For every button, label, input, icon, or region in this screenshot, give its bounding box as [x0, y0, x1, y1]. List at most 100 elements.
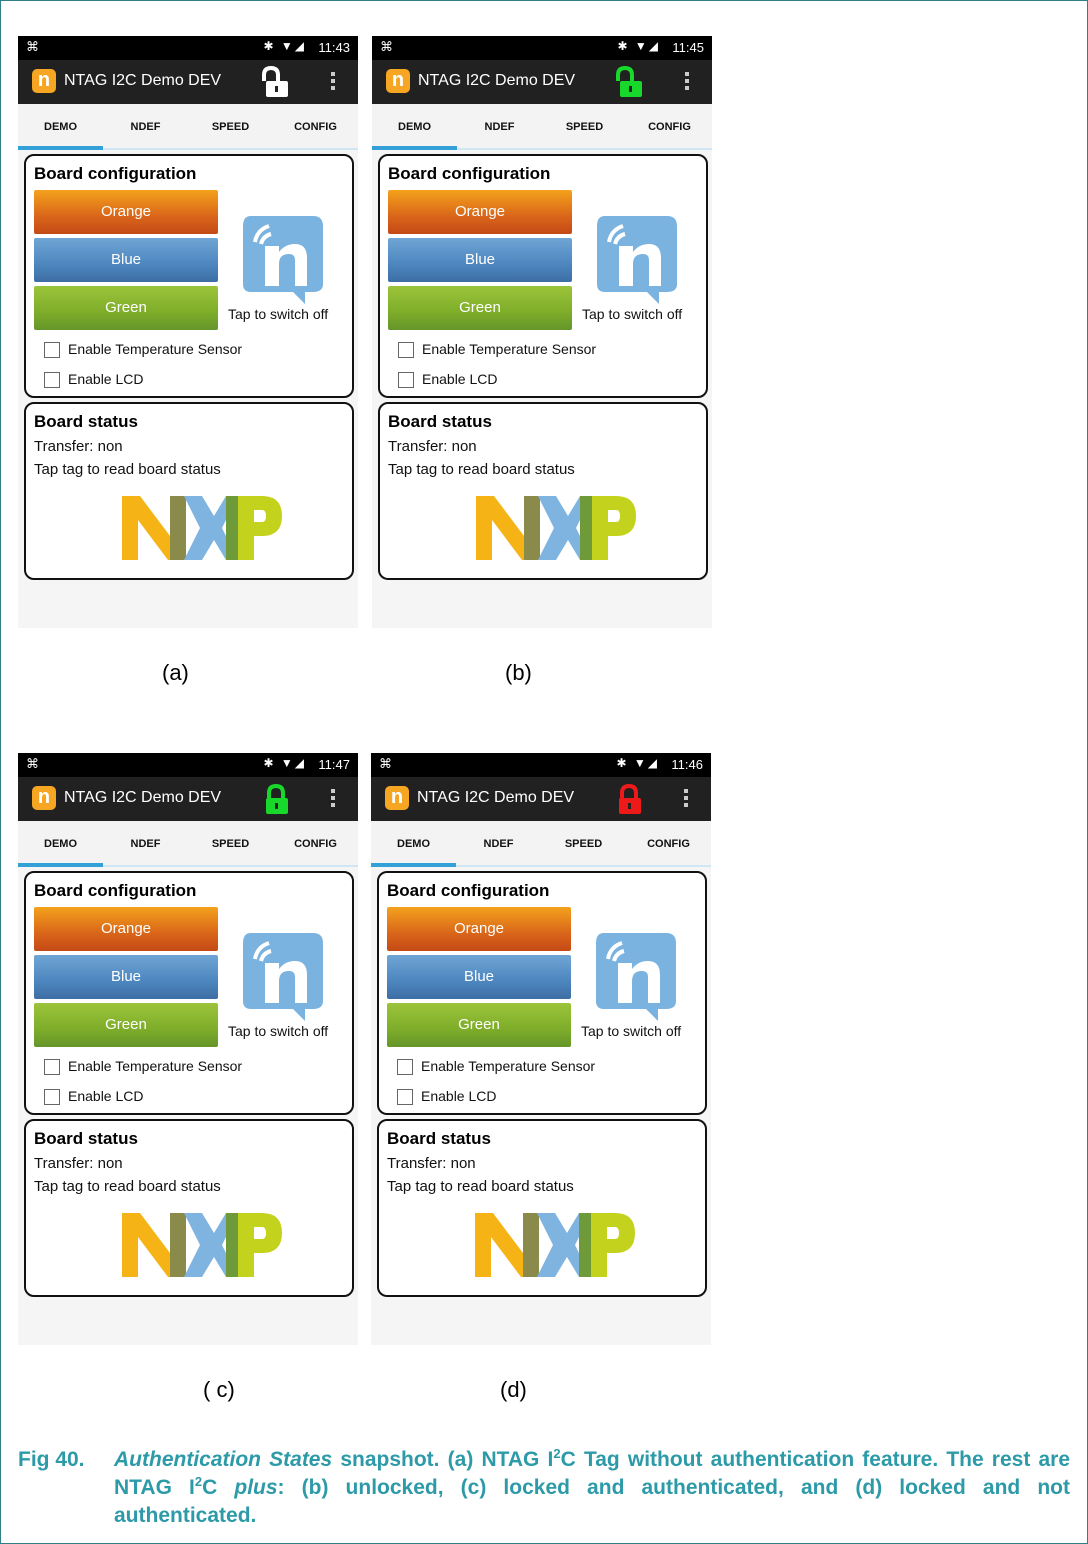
app-bar: n NTAG I2C Demo DEV — [372, 60, 712, 104]
phone-screenshot-3: ⌘ ✱ ▼◢ 11:47 n NTAG I2C Demo DEV DEMO ND… — [18, 753, 358, 1345]
board-status-card: Board status Transfer: non Tap tag to re… — [24, 402, 354, 580]
subfigure-label: (b) — [505, 660, 532, 685]
app-title: NTAG I2C Demo DEV — [417, 789, 575, 806]
blue-button[interactable]: Blue — [34, 955, 218, 999]
lcd-checkbox[interactable] — [44, 1089, 60, 1105]
tab-config[interactable]: CONFIG — [273, 821, 358, 865]
board-configuration-title: Board configuration — [34, 164, 197, 183]
figure-number: Fig 40. — [18, 1448, 85, 1471]
board-configuration-card: Board configuration Orange Blue Green Ta… — [377, 871, 707, 1115]
temperature-sensor-checkbox[interactable] — [44, 1059, 60, 1075]
app-title: NTAG I2C Demo DEV — [418, 72, 576, 89]
board-configuration-title: Board configuration — [388, 164, 551, 183]
temperature-sensor-checkbox[interactable] — [44, 342, 60, 358]
overflow-menu-icon[interactable] — [684, 70, 690, 94]
tab-config[interactable]: CONFIG — [627, 104, 712, 148]
board-status-card: Board status Transfer: non Tap tag to re… — [377, 1119, 707, 1297]
tab-speed[interactable]: SPEED — [541, 821, 626, 865]
clock: 11:47 — [318, 757, 350, 772]
tab-ndef[interactable]: NDEF — [103, 821, 188, 865]
tab-config[interactable]: CONFIG — [626, 821, 711, 865]
board-status-title: Board status — [34, 1129, 138, 1148]
tab-ndef[interactable]: NDEF — [457, 104, 542, 148]
lock-open-icon[interactable] — [616, 66, 644, 98]
tab-speed[interactable]: SPEED — [188, 104, 273, 148]
lock-closed-icon[interactable] — [262, 783, 290, 815]
green-button[interactable]: Green — [388, 286, 572, 330]
nfc-logo-icon[interactable] — [241, 212, 327, 304]
status-bar: ⌘ ✱ ▼◢ 11:45 — [372, 36, 712, 60]
tab-demo[interactable]: DEMO — [18, 821, 103, 867]
app-bar: n NTAG I2C Demo DEV — [18, 777, 358, 821]
tab-speed[interactable]: SPEED — [188, 821, 273, 865]
tap-to-switch-label: Tap to switch off — [228, 306, 329, 322]
orange-button[interactable]: Orange — [34, 907, 218, 951]
blue-button[interactable]: Blue — [387, 955, 571, 999]
tab-bar: DEMO NDEF SPEED CONFIG — [372, 104, 712, 150]
board-configuration-card: Board configuration Orange Blue Green Ta… — [24, 871, 354, 1115]
nxp-logo-icon — [476, 496, 636, 560]
lcd-label: Enable LCD — [422, 371, 498, 387]
clock: 11:45 — [672, 40, 704, 55]
phone-screenshot-2: ⌘ ✱ ▼◢ 11:45 n NTAG I2C Demo DEV DEMO ND… — [372, 36, 712, 628]
caption-part: snapshot. (a) NTAG I — [332, 1448, 554, 1471]
board-status-title: Board status — [387, 1129, 491, 1148]
nxp-logo-icon — [122, 1213, 282, 1277]
nxp-logo-icon — [475, 1213, 635, 1277]
temperature-sensor-checkbox[interactable] — [398, 342, 414, 358]
lcd-checkbox[interactable] — [397, 1089, 413, 1105]
caption-italic: plus — [234, 1476, 278, 1499]
overflow-menu-icon[interactable] — [330, 70, 336, 94]
status-bar: ⌘ ✱ ▼◢ 11:46 — [371, 753, 711, 777]
orange-button[interactable]: Orange — [388, 190, 572, 234]
lcd-checkbox[interactable] — [398, 372, 414, 388]
app-logo-icon: n — [32, 69, 56, 93]
tab-demo[interactable]: DEMO — [18, 104, 103, 150]
tab-demo[interactable]: DEMO — [372, 104, 457, 150]
nfc-logo-icon[interactable] — [241, 929, 327, 1021]
android-debug-icon: ⌘ — [26, 756, 39, 771]
caption-part: C — [202, 1476, 235, 1499]
tab-config[interactable]: CONFIG — [273, 104, 358, 148]
temperature-sensor-checkbox[interactable] — [397, 1059, 413, 1075]
overflow-menu-icon[interactable] — [330, 787, 336, 811]
lock-closed-icon[interactable] — [615, 783, 643, 815]
app-bar: n NTAG I2C Demo DEV — [371, 777, 711, 821]
green-button[interactable]: Green — [387, 1003, 571, 1047]
read-status-hint: Tap tag to read board status — [34, 1178, 221, 1195]
orange-button[interactable]: Orange — [34, 190, 218, 234]
nfc-logo-icon[interactable] — [594, 929, 680, 1021]
android-debug-icon: ⌘ — [26, 39, 39, 54]
tap-to-switch-label: Tap to switch off — [582, 306, 683, 322]
transfer-status: Transfer: non — [387, 1155, 476, 1172]
tab-demo[interactable]: DEMO — [371, 821, 456, 867]
temperature-sensor-label: Enable Temperature Sensor — [68, 341, 243, 357]
orange-button[interactable]: Orange — [387, 907, 571, 951]
app-bar: n NTAG I2C Demo DEV — [18, 60, 358, 104]
temperature-sensor-label: Enable Temperature Sensor — [421, 1058, 596, 1074]
caption-sup: 2 — [553, 1446, 561, 1461]
tab-speed[interactable]: SPEED — [542, 104, 627, 148]
lcd-label: Enable LCD — [68, 371, 144, 387]
read-status-hint: Tap tag to read board status — [388, 461, 575, 478]
caption-text: Authentication States snapshot. (a) NTAG… — [114, 1446, 1070, 1530]
read-status-hint: Tap tag to read board status — [387, 1178, 574, 1195]
blue-button[interactable]: Blue — [388, 238, 572, 282]
overflow-menu-icon[interactable] — [683, 787, 689, 811]
board-configuration-title: Board configuration — [387, 881, 550, 900]
tab-bar: DEMO NDEF SPEED CONFIG — [18, 104, 358, 150]
tab-ndef[interactable]: NDEF — [456, 821, 541, 865]
caption-title: Authentication States — [114, 1448, 333, 1471]
temperature-sensor-label: Enable Temperature Sensor — [68, 1058, 243, 1074]
green-button[interactable]: Green — [34, 286, 218, 330]
transfer-status: Transfer: non — [388, 438, 477, 455]
subfigure-label: (d) — [500, 1377, 527, 1402]
temperature-sensor-label: Enable Temperature Sensor — [422, 341, 597, 357]
lock-open-icon[interactable] — [262, 66, 290, 98]
clock: 11:43 — [318, 40, 350, 55]
tab-ndef[interactable]: NDEF — [103, 104, 188, 148]
nfc-logo-icon[interactable] — [595, 212, 681, 304]
blue-button[interactable]: Blue — [34, 238, 218, 282]
green-button[interactable]: Green — [34, 1003, 218, 1047]
lcd-checkbox[interactable] — [44, 372, 60, 388]
